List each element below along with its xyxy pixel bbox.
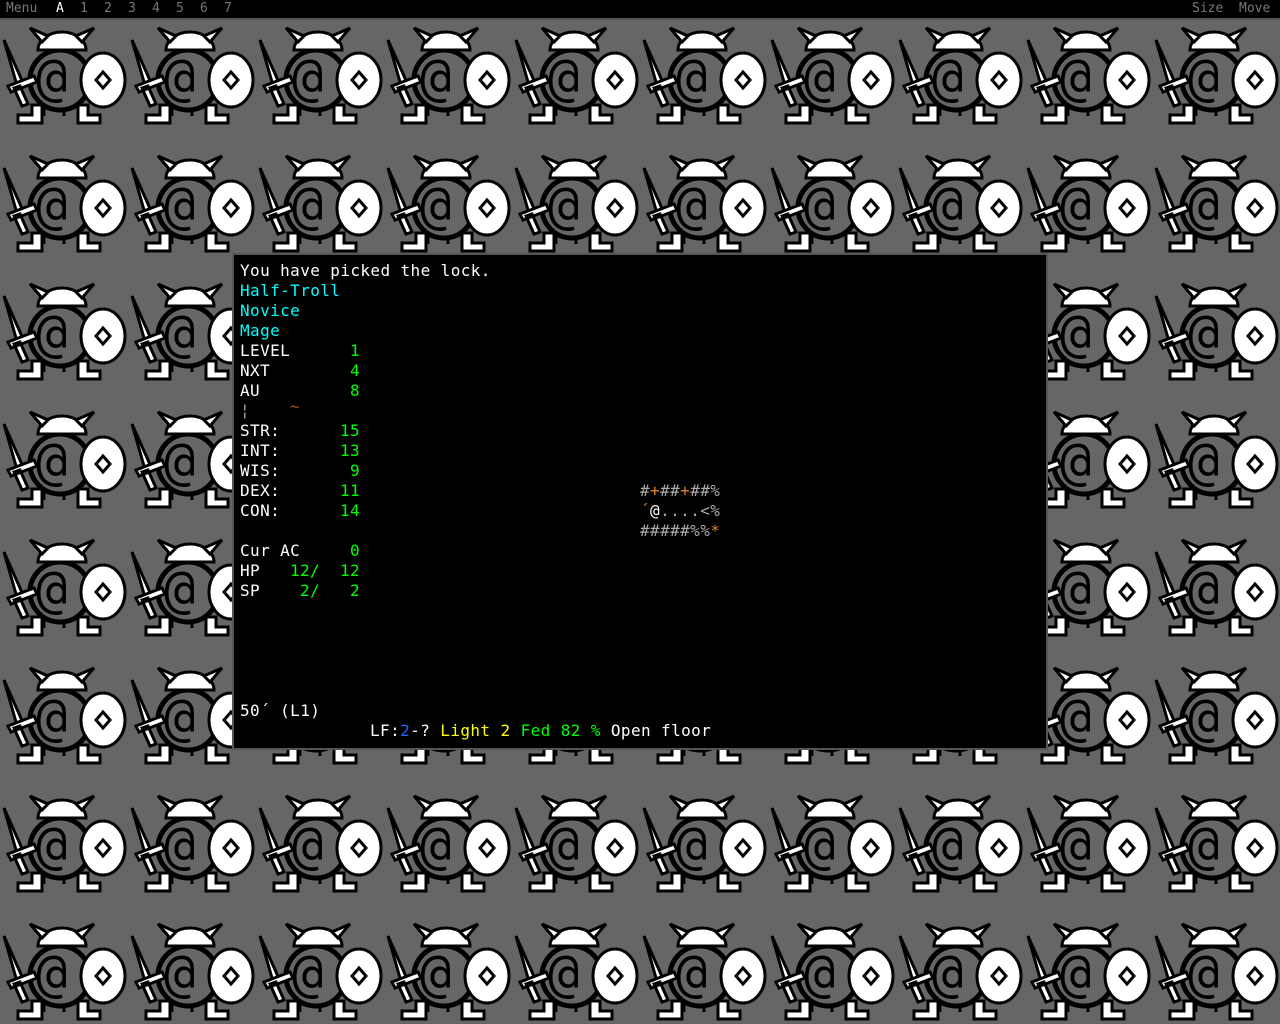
wis-value: 9 xyxy=(350,461,361,480)
size-button[interactable]: Size xyxy=(1192,1,1223,16)
top-menu-bar: Menu A 1 2 3 4 5 6 7 Size Move xyxy=(0,0,1280,20)
tab-5[interactable]: 5 xyxy=(176,1,184,16)
menu-button[interactable]: Menu xyxy=(6,1,37,16)
level-value: 1 xyxy=(350,341,361,360)
level-label: LEVEL xyxy=(240,341,291,360)
map-row: #####%%* xyxy=(640,521,720,541)
message-line: You have picked the lock. xyxy=(240,261,491,280)
tab-2[interactable]: 2 xyxy=(104,1,112,16)
map-tile: #####%% xyxy=(640,521,711,540)
equip-weapon-glyph: ¦ xyxy=(240,401,251,420)
str-value: 15 xyxy=(340,421,361,440)
str-label: STR: xyxy=(240,421,281,440)
map-tile: * xyxy=(710,521,721,540)
race: Half-Troll xyxy=(240,281,341,300)
nxt-label: NXT xyxy=(240,361,271,380)
tab-3[interactable]: 3 xyxy=(128,1,136,16)
map-tile: + xyxy=(650,481,661,500)
light-status: Light 2 xyxy=(440,721,511,740)
lf-rest: -? xyxy=(410,721,431,740)
move-button[interactable]: Move xyxy=(1239,1,1270,16)
depth-indicator: 50´ (L1) xyxy=(240,701,321,720)
hp-current: 12 xyxy=(290,561,311,580)
sp-slash: / xyxy=(310,581,321,600)
tab-1[interactable]: 1 xyxy=(80,1,88,16)
map-tile: ##% xyxy=(690,481,721,500)
au-value: 8 xyxy=(350,381,361,400)
con-value: 14 xyxy=(340,501,361,520)
map-tile: ....<% xyxy=(660,501,721,520)
sp-max: 2 xyxy=(350,581,361,600)
hp-label: HP xyxy=(240,561,261,580)
game-terminal[interactable]: You have picked the lock. Half-Troll Nov… xyxy=(232,253,1048,750)
hp-slash: / xyxy=(310,561,321,580)
sp-label: SP xyxy=(240,581,261,600)
au-label: AU xyxy=(240,381,261,400)
status-bar: LF:2-? Light 2 Fed 82 % Open floor xyxy=(370,721,711,741)
nxt-value: 4 xyxy=(350,361,361,380)
ac-value: 0 xyxy=(350,541,361,560)
title: Novice xyxy=(240,301,301,320)
map-tile: + xyxy=(680,481,691,500)
int-value: 13 xyxy=(340,441,361,460)
sp-current: 2 xyxy=(300,581,311,600)
map-row: #+##+##% xyxy=(640,481,720,501)
map-row: ´@....<% xyxy=(640,501,720,521)
map-tile: ´ xyxy=(640,501,651,520)
player-glyph: @ xyxy=(650,501,661,520)
int-label: INT: xyxy=(240,441,281,460)
lf-value: 2 xyxy=(400,721,411,740)
wis-label: WIS: xyxy=(240,461,281,480)
equip-amulet-glyph: ~ xyxy=(290,397,301,416)
terrain-status: Open floor xyxy=(610,721,712,740)
hp-max: 12 xyxy=(340,561,361,580)
map-tile: # xyxy=(640,481,651,500)
map-tile: ## xyxy=(660,481,681,500)
tab-6[interactable]: 6 xyxy=(200,1,208,16)
fed-status: Fed 82 % xyxy=(520,721,601,740)
tab-a[interactable]: A xyxy=(56,1,64,16)
dex-value: 11 xyxy=(340,481,361,500)
dex-label: DEX: xyxy=(240,481,281,500)
tab-7[interactable]: 7 xyxy=(224,1,232,16)
tab-4[interactable]: 4 xyxy=(152,1,160,16)
class: Mage xyxy=(240,321,281,340)
con-label: CON: xyxy=(240,501,281,520)
ac-label: Cur AC xyxy=(240,541,301,560)
lf-label: LF: xyxy=(370,721,401,740)
